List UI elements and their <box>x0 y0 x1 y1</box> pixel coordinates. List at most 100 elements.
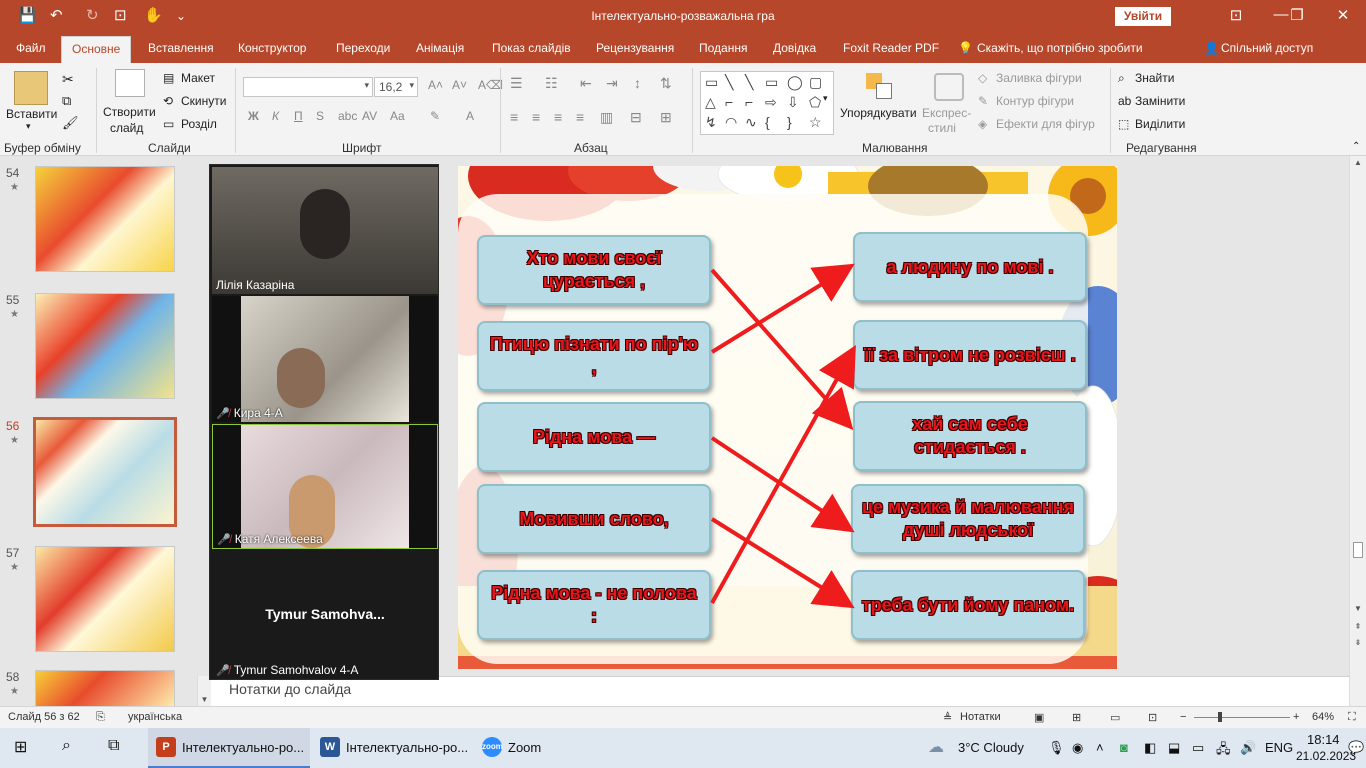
participant-tile[interactable]: Tymur Samohva... 🎤̸ Tymur Samohvalov 4-A <box>212 551 438 679</box>
taskbar-app-zoom[interactable]: zoom Zoom <box>474 728 564 768</box>
select-icon[interactable]: ⬚ <box>1118 117 1129 131</box>
tab-insert[interactable]: Вставлення <box>148 41 214 55</box>
replace-button[interactable]: Замінити <box>1135 94 1185 108</box>
italic-button[interactable]: К <box>272 109 279 123</box>
line2-shape-icon[interactable]: ╲ <box>745 74 753 91</box>
align-text-icon[interactable]: ⊟ <box>630 109 642 126</box>
task-view-icon[interactable]: ⧉ <box>108 737 119 755</box>
shrink-font-icon[interactable]: A˅ <box>452 78 467 92</box>
zoom-in-icon[interactable]: + <box>1293 711 1299 723</box>
arrow-right-shape-icon[interactable]: ⇨ <box>765 94 777 111</box>
spacing-icon[interactable]: AV <box>362 109 377 123</box>
star-shape-icon[interactable]: ☆ <box>809 114 822 131</box>
shape-effects-button[interactable]: Ефекти для фігур <box>996 117 1095 131</box>
left-phrase-box[interactable]: Хто мови своєї цурається , <box>477 235 711 305</box>
connector-shape-icon[interactable]: ⌐ <box>725 94 733 110</box>
share-button[interactable]: Спільний доступ <box>1221 41 1313 55</box>
shape-outline-button[interactable]: Контур фігури <box>996 94 1074 108</box>
tray-app3-icon[interactable]: ⬓ <box>1168 740 1180 756</box>
left-phrase-box[interactable]: Мовивши слово, <box>477 484 711 554</box>
format-painter-icon[interactable]: 🖌 <box>62 115 79 131</box>
align-left-icon[interactable]: ≡ <box>510 109 518 125</box>
participant-tile[interactable]: 🎤̸ Кира 4-А <box>212 296 438 422</box>
slide-thumbnail[interactable] <box>35 293 175 399</box>
tab-foxit[interactable]: Foxit Reader PDF <box>843 41 939 55</box>
arrange-icon[interactable] <box>866 73 894 101</box>
taskbar-app-powerpoint[interactable]: P Інтелектуально-ро... <box>148 728 310 768</box>
notes-icon[interactable]: ≜ <box>943 711 952 724</box>
arrow-down-shape-icon[interactable]: ⇩ <box>787 94 799 111</box>
reset-icon[interactable]: ⟲ <box>163 94 173 108</box>
tab-help[interactable]: Довідка <box>773 41 816 55</box>
find-button[interactable]: Знайти <box>1135 71 1174 85</box>
normal-view-icon[interactable]: ▣ <box>1034 711 1044 724</box>
numbering-icon[interactable]: ☷ <box>545 75 558 92</box>
zoom-slider[interactable] <box>1194 717 1290 718</box>
slide-thumbnail[interactable] <box>35 546 175 652</box>
layout-icon[interactable]: ▤ <box>163 71 174 85</box>
fit-slide-icon[interactable]: ⛶ <box>1348 711 1356 724</box>
quick-styles-icon[interactable] <box>934 73 964 101</box>
paste-icon[interactable] <box>14 71 48 105</box>
line-shape-icon[interactable]: ╲ <box>725 74 733 91</box>
paste-dropdown-icon[interactable]: ▾ <box>26 121 31 132</box>
new-slide-label2[interactable]: слайд <box>110 121 143 135</box>
bold-button[interactable]: Ж <box>248 109 259 123</box>
line-spacing-icon[interactable]: ↕ <box>634 75 641 91</box>
reading-view-icon[interactable]: ▭ <box>1110 711 1120 724</box>
tab-slideshow[interactable]: Показ слайдів <box>492 41 571 55</box>
right-phrase-box[interactable]: хай сам себе стидається . <box>853 401 1087 471</box>
notes-toggle[interactable]: Нотатки <box>960 711 1001 723</box>
new-slide-icon[interactable] <box>115 69 145 97</box>
slide-thumbnail[interactable] <box>35 670 175 710</box>
paste-button[interactable]: Вставити <box>6 107 57 121</box>
columns-icon[interactable]: ▥ <box>600 109 613 126</box>
tell-me-search[interactable]: Скажіть, що потрібно зробити <box>977 41 1143 55</box>
copy-icon[interactable]: ⧉ <box>62 93 71 109</box>
left-phrase-box[interactable]: Рідна мова - не полова : <box>477 570 711 640</box>
zoom-level[interactable]: 64% <box>1312 711 1334 723</box>
align-right-icon[interactable]: ≡ <box>554 109 562 125</box>
tray-app2-icon[interactable]: ◧ <box>1144 740 1156 756</box>
new-slide-button[interactable]: Створити <box>103 105 156 119</box>
zoom-out-icon[interactable]: − <box>1180 711 1186 723</box>
bullets-icon[interactable]: ☰ <box>510 75 523 92</box>
textbox-shape-icon[interactable]: ▭ <box>705 74 718 91</box>
tab-transitions[interactable]: Переходи <box>336 41 390 55</box>
arc-shape-icon[interactable]: ◠ <box>725 114 737 131</box>
font-color-icon[interactable]: A <box>466 109 474 123</box>
shape-fill-icon[interactable]: ◇ <box>978 71 987 85</box>
restore-icon[interactable]: ❐ <box>1282 6 1312 24</box>
smartart-icon[interactable]: ⊞ <box>660 109 672 126</box>
shadow-icon[interactable]: abc <box>338 109 357 123</box>
arrange-button[interactable]: Упорядкувати <box>840 106 917 120</box>
oval-shape-icon[interactable]: ◯ <box>787 74 803 91</box>
section-icon[interactable]: ▭ <box>163 117 174 131</box>
tab-design[interactable]: Конструктор <box>238 41 306 55</box>
shape-outline-icon[interactable]: ✎ <box>978 94 988 108</box>
shape-fill-button[interactable]: Заливка фігури <box>996 71 1082 85</box>
windows-start-icon[interactable]: ⊞ <box>14 737 27 757</box>
microphone-icon[interactable]: 🎙 <box>1048 740 1065 756</box>
decrease-indent-icon[interactable]: ⇤ <box>580 75 592 92</box>
right-phrase-box[interactable]: це музика й малювання душі людської <box>851 484 1085 554</box>
section-button[interactable]: Розділ <box>181 117 217 131</box>
tab-animations[interactable]: Анімація <box>416 41 464 55</box>
language-indicator[interactable]: українська <box>128 711 182 723</box>
tray-chevron-icon[interactable]: ˄ <box>1096 740 1104 755</box>
right-phrase-box[interactable]: треба бути йому паном. <box>851 570 1085 640</box>
slideshow-view-icon[interactable]: ⊡ <box>1148 711 1157 724</box>
zoom-video-panel[interactable]: Лілія Казаріна 🎤̸ Кира 4-А 🎤̸ Катя Алексее… <box>209 164 439 680</box>
right-phrase-box[interactable]: а людину по мові . <box>853 232 1087 302</box>
sorter-view-icon[interactable]: ⊞ <box>1072 711 1081 724</box>
ribbon-display-icon[interactable]: ⊡ <box>1221 6 1251 24</box>
select-button[interactable]: Виділити <box>1135 117 1185 131</box>
shapes-gallery[interactable]: ▭ ╲ ╲ ▭ ◯ ▢ △ ⌐ ⌐ ⇨ ⇩ ⬠ ↯ ◠ ∿ { } ☆ <box>700 71 834 135</box>
taskbar-app-word[interactable]: W Інтелектуально-ро... <box>312 728 472 768</box>
notes-pane[interactable]: Нотатки до слайда <box>211 676 1349 706</box>
tab-file[interactable]: Файл <box>16 41 46 55</box>
tray-app-icon[interactable]: ◙ <box>1120 740 1128 755</box>
editor-scrollbar[interactable]: ▲ ▼ ⇞ ⇟ <box>1349 156 1366 706</box>
align-center-icon[interactable]: ≡ <box>532 109 540 125</box>
find-icon[interactable]: ⌕ <box>1118 71 1125 86</box>
